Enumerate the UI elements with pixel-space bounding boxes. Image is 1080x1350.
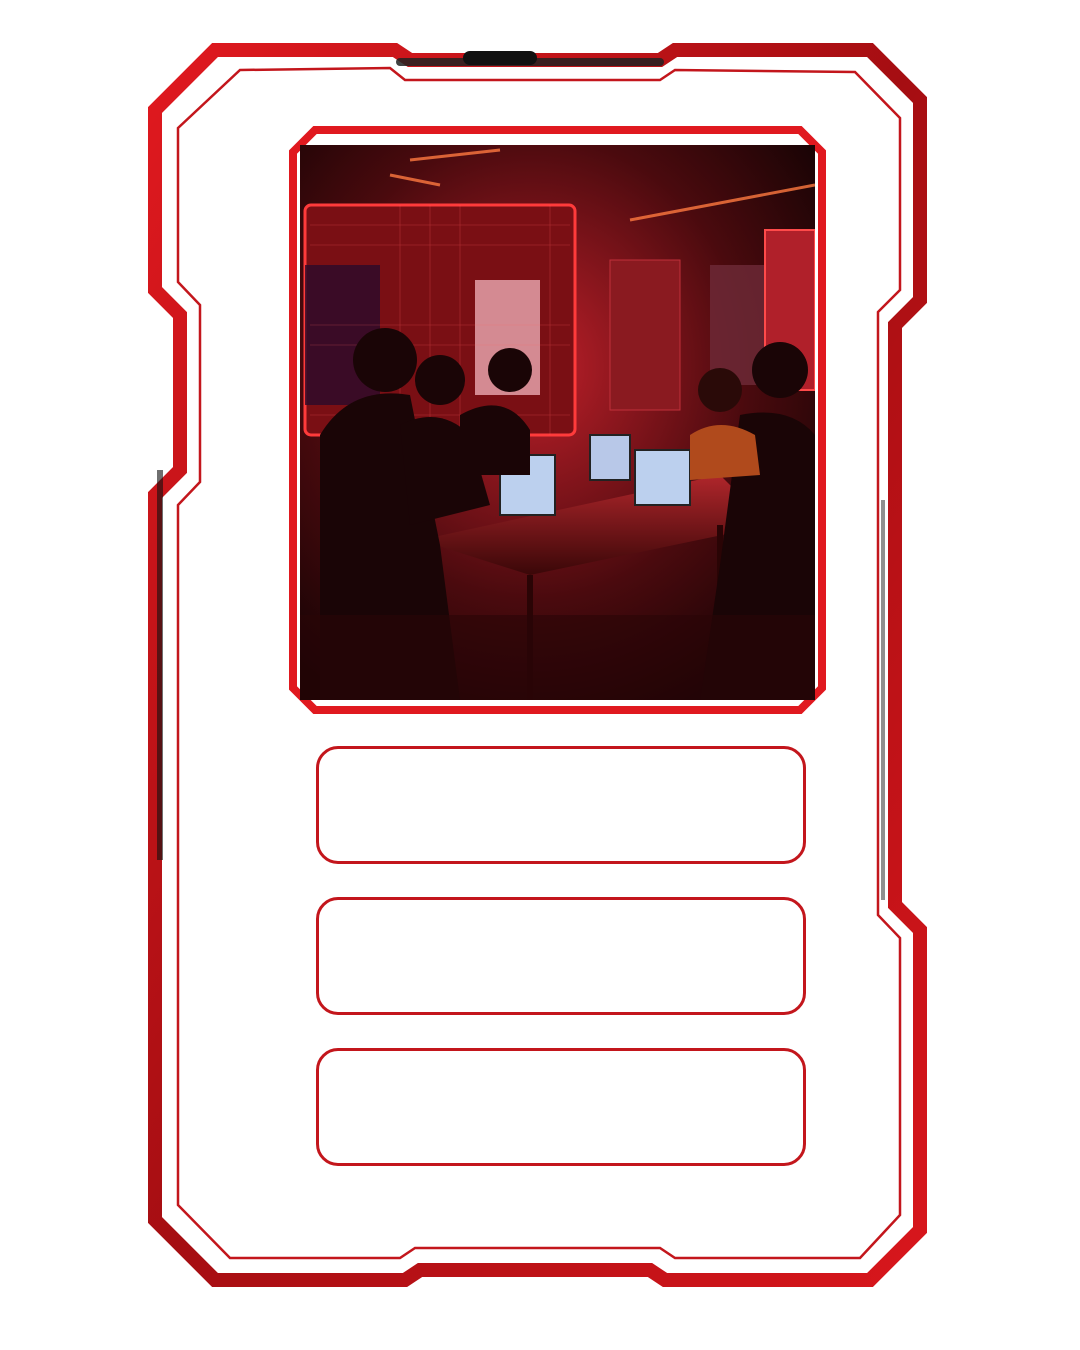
team-photo [300,145,815,700]
info-slot-2 [316,897,806,1015]
card [0,0,1080,1350]
info-slot-1 [316,746,806,864]
info-slot-3 [316,1048,806,1166]
photo-team-hackathon-red-room-icon [300,145,815,700]
